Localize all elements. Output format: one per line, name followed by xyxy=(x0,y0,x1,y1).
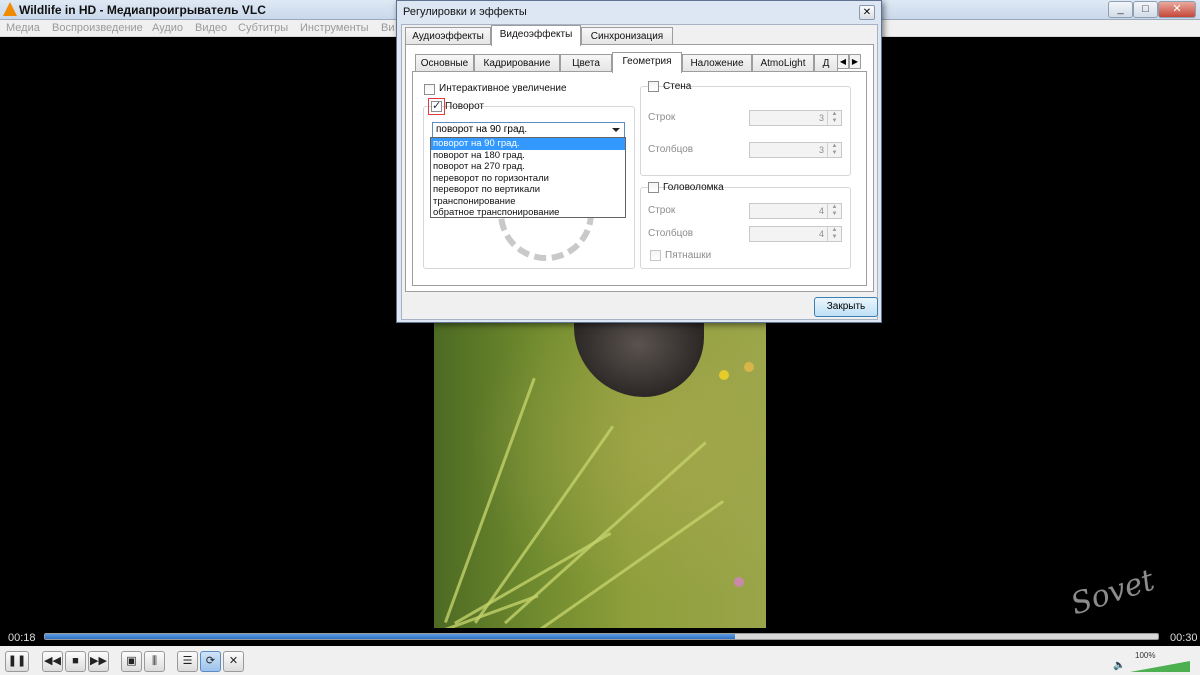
time-total: 00:30 xyxy=(1170,632,1198,644)
previous-icon[interactable]: ◀◀ xyxy=(42,651,63,672)
volume-slider[interactable] xyxy=(1130,661,1190,672)
spinner-arrows-icon[interactable]: ▲ ▼ xyxy=(827,111,841,125)
tab-geometry[interactable]: Геометрия xyxy=(612,52,682,73)
control-bar: ❚❚ ◀◀ ■ ▶▶ ▣ ⫼ ☰ ⟳ ✕ xyxy=(0,646,1200,675)
puzzle-rows-value: 4 xyxy=(818,206,824,216)
tab-scroll-left-icon[interactable]: ◀ xyxy=(837,54,849,69)
volume-label: 100% xyxy=(1135,651,1156,660)
pause-button[interactable]: ❚❚ xyxy=(5,651,29,672)
wall-group xyxy=(640,86,851,176)
puzzle-rows-spinner[interactable]: 4 ▲ ▼ xyxy=(749,203,842,219)
rotate-option[interactable]: поворот на 270 град. xyxy=(431,161,625,173)
dialog-close-icon[interactable]: ✕ xyxy=(859,5,875,20)
fifteen-checkbox[interactable] xyxy=(650,250,661,261)
dialog-title: Регулировки и эффекты xyxy=(403,6,527,18)
wall-label: Стена xyxy=(663,81,692,92)
chevron-down-icon xyxy=(612,128,620,132)
interactive-zoom-label: Интерактивное увеличение xyxy=(439,83,567,94)
extended-settings-icon[interactable]: ⫼ xyxy=(144,651,165,672)
stop-icon[interactable]: ■ xyxy=(65,651,86,672)
close-button[interactable]: ✕ xyxy=(1158,1,1196,18)
wall-rows-label: Строк xyxy=(648,112,676,123)
video-flower xyxy=(734,577,744,587)
rotate-option[interactable]: поворот на 180 град. xyxy=(431,150,625,162)
rotate-option[interactable]: переворот по вертикали xyxy=(431,184,625,196)
shuffle-icon[interactable]: ✕ xyxy=(223,651,244,672)
rotate-combo[interactable]: поворот на 90 град. xyxy=(432,122,625,138)
wall-checkbox[interactable] xyxy=(648,81,659,92)
spinner-arrows-icon[interactable]: ▲ ▼ xyxy=(827,143,841,157)
wall-rows-value: 3 xyxy=(818,113,824,123)
watermark: Sovet xyxy=(1066,562,1159,623)
menu-playback[interactable]: Воспроизведение xyxy=(52,22,143,34)
minimize-button[interactable]: _ xyxy=(1108,1,1133,18)
menu-tools[interactable]: Инструменты xyxy=(300,22,369,34)
tab-video-effects[interactable]: Видеоэффекты xyxy=(491,25,581,46)
puzzle-cols-spinner[interactable]: 4 ▲ ▼ xyxy=(749,226,842,242)
wall-cols-value: 3 xyxy=(818,145,824,155)
close-dialog-button[interactable]: Закрыть xyxy=(814,297,878,317)
vlc-cone-icon xyxy=(3,2,17,16)
rotate-label: Поворот xyxy=(445,101,484,112)
video-flower xyxy=(744,362,754,372)
puzzle-rows-label: Строк xyxy=(648,205,676,216)
puzzle-checkbox[interactable] xyxy=(648,182,659,193)
next-icon[interactable]: ▶▶ xyxy=(88,651,109,672)
video-frame[interactable] xyxy=(434,322,766,628)
wall-cols-label: Столбцов xyxy=(648,144,694,155)
menu-media[interactable]: Медиа xyxy=(6,22,40,34)
speaker-icon[interactable]: 🔈 xyxy=(1113,660,1125,671)
wall-cols-spinner[interactable]: 3 ▲ ▼ xyxy=(749,142,842,158)
time-elapsed: 00:18 xyxy=(8,632,36,644)
puzzle-label: Головоломка xyxy=(663,182,724,193)
rotate-option[interactable]: транспонирование xyxy=(431,196,625,208)
loop-icon[interactable]: ⟳ xyxy=(200,651,221,672)
wall-rows-spinner[interactable]: 3 ▲ ▼ xyxy=(749,110,842,126)
puzzle-cols-label: Столбцов xyxy=(648,228,694,239)
menu-audio[interactable]: Аудио xyxy=(152,22,183,34)
seek-progress xyxy=(45,634,736,639)
menu-view[interactable]: Ви xyxy=(381,22,394,34)
rotate-option[interactable]: переворот по горизонтали xyxy=(431,173,625,185)
fifteen-label: Пятнашки xyxy=(665,250,712,261)
puzzle-cols-value: 4 xyxy=(818,229,824,239)
tab-scroll-right-icon[interactable]: ▶ xyxy=(849,54,861,69)
playlist-icon[interactable]: ☰ xyxy=(177,651,198,672)
menu-video[interactable]: Видео xyxy=(195,22,227,34)
window-title: Wildlife in HD - Медиапроигрыватель VLC xyxy=(19,3,266,17)
menu-subtitles[interactable]: Субтитры xyxy=(238,22,288,34)
interactive-zoom-checkbox[interactable] xyxy=(424,84,435,95)
spinner-arrows-icon[interactable]: ▲ ▼ xyxy=(827,227,841,241)
rotate-option[interactable]: поворот на 90 град. xyxy=(431,138,625,150)
seek-bar[interactable] xyxy=(44,633,1159,640)
spinner-arrows-icon[interactable]: ▲ ▼ xyxy=(827,204,841,218)
video-flower xyxy=(719,370,729,380)
rotate-option[interactable]: обратное транспонирование xyxy=(431,207,625,219)
rotate-combo-value: поворот на 90 град. xyxy=(436,124,528,135)
rotate-dropdown-list[interactable]: поворот на 90 град. поворот на 180 град.… xyxy=(430,137,626,218)
rotate-checkbox[interactable] xyxy=(431,99,442,112)
fullscreen-icon[interactable]: ▣ xyxy=(121,651,142,672)
maximize-button[interactable]: □ xyxy=(1133,1,1158,18)
